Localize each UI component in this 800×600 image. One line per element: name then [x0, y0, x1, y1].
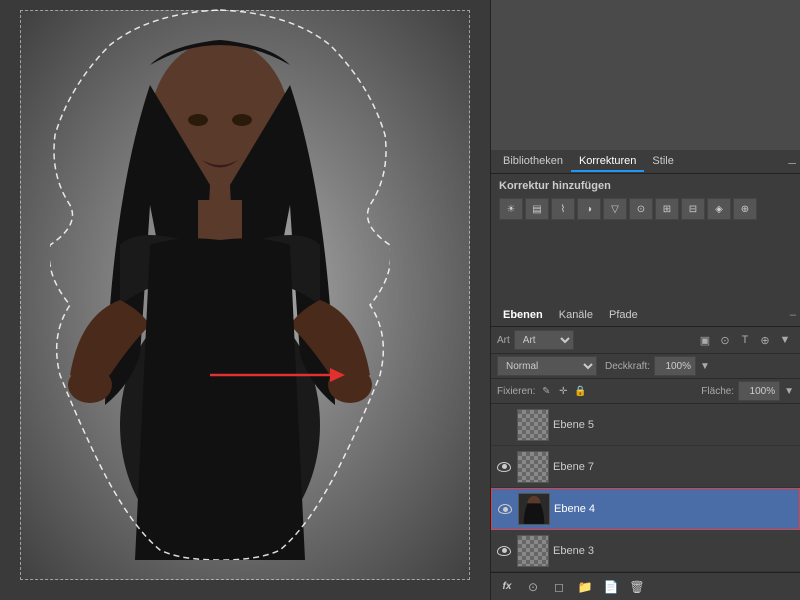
- tab-stile[interactable]: Stile: [644, 152, 681, 172]
- fix-label: Fixieren:: [497, 386, 535, 397]
- adjustments-title: Korrektur hinzufügen: [499, 180, 792, 192]
- bw-icon[interactable]: ◈: [707, 198, 731, 220]
- korrekturen-content: Korrektur hinzufügen ☀ ▤ ⌇ ◑ ▽ ⊙ ⊞ ⊟ ◈ ⊕: [491, 174, 800, 303]
- delete-layer-icon[interactable]: 🗑: [627, 577, 647, 597]
- eye-icon-ebene3: [497, 546, 511, 556]
- canvas-area: [0, 0, 490, 600]
- fix-pos-icon[interactable]: ✎: [539, 384, 553, 398]
- layers-bottom-toolbar: fx ⊙ ◻ 📁 📄 🗑: [491, 572, 800, 600]
- layer-item-ebene5[interactable]: Ebene 5: [491, 404, 800, 446]
- layer-name-ebene4: Ebene 4: [554, 503, 795, 515]
- layers-list: Ebene 5 Ebene 7: [491, 404, 800, 572]
- eye-icon-ebene4: [498, 504, 512, 514]
- fill-arrow-icon[interactable]: ▼: [784, 386, 794, 397]
- layers-toolbar-icons: ▣ ⊙ T ⊕ ▼: [696, 331, 794, 349]
- layers-panel: Ebenen Kanäle Pfade – Art Art ▣ ⊙ T ⊕ ▼: [491, 303, 800, 600]
- layers-tabs: Ebenen Kanäle Pfade –: [491, 303, 800, 327]
- layer-visibility-ebene5[interactable]: [495, 416, 513, 434]
- layer-thumb-ebene5: [517, 409, 549, 441]
- canvas-image: [50, 5, 390, 560]
- blend-opacity-row: Normal Multiplizieren Abblenden Aufhelle…: [491, 354, 800, 379]
- opacity-input[interactable]: [654, 356, 696, 376]
- fix-move-icon[interactable]: ✛: [556, 384, 570, 398]
- fix-icons: ✎ ✛ 🔒: [539, 384, 587, 398]
- colorbal-icon[interactable]: ⊟: [681, 198, 705, 220]
- layer-visibility-ebene4[interactable]: [496, 500, 514, 518]
- layers-panel-close-icon[interactable]: –: [790, 309, 796, 321]
- photofilter-icon[interactable]: ⊕: [733, 198, 757, 220]
- adjustments-icons-row: ☀ ▤ ⌇ ◑ ▽ ⊙ ⊞ ⊟ ◈ ⊕: [499, 198, 792, 220]
- layer-thumb-ebene7: [517, 451, 549, 483]
- fill-input[interactable]: [738, 381, 780, 401]
- group-icon[interactable]: 📁: [575, 577, 595, 597]
- layer-name-ebene7: Ebene 7: [553, 461, 796, 473]
- layer-item-ebene4[interactable]: Ebene 4: [491, 488, 800, 530]
- levels-icon[interactable]: ▤: [525, 198, 549, 220]
- fix-fill-row: Fixieren: ✎ ✛ 🔒 Fläche: ▼: [491, 379, 800, 404]
- layer-name-ebene3: Ebene 3: [553, 545, 796, 557]
- tab-korrekturen[interactable]: Korrekturen: [571, 152, 644, 172]
- brightness-icon[interactable]: ☀: [499, 198, 523, 220]
- layer-icon-1[interactable]: ▣: [696, 331, 714, 349]
- opacity-arrow-icon[interactable]: ▼: [700, 361, 710, 372]
- panel-close-icon[interactable]: –: [788, 154, 796, 170]
- exposure-icon[interactable]: ◑: [577, 198, 601, 220]
- new-layer-icon[interactable]: 📄: [601, 577, 621, 597]
- right-panel: Bibliotheken Korrekturen Stile – Korrekt…: [490, 0, 800, 600]
- tab-pfade[interactable]: Pfade: [601, 306, 646, 324]
- layer-visibility-ebene7[interactable]: [495, 458, 513, 476]
- layer-thumb-ebene4: [518, 493, 550, 525]
- top-gray-area: [491, 0, 800, 150]
- layer-item-ebene3[interactable]: Ebene 3: [491, 530, 800, 572]
- vibrance-icon[interactable]: ⊙: [629, 198, 653, 220]
- opacity-label: Deckkraft:: [605, 361, 650, 372]
- layer-icon-2[interactable]: ⊙: [716, 331, 734, 349]
- curves-icon[interactable]: ⌇: [551, 198, 575, 220]
- blend-mode-select[interactable]: Normal Multiplizieren Abblenden Aufhelle…: [497, 356, 597, 376]
- layer-icon-5[interactable]: ▼: [776, 331, 794, 349]
- eye-icon-ebene7: [497, 462, 511, 472]
- layer-name-ebene5: Ebene 5: [553, 419, 796, 431]
- layer-icon-3[interactable]: T: [736, 331, 754, 349]
- tab-kanaele[interactable]: Kanäle: [551, 306, 601, 324]
- filter-label: Art: [497, 335, 510, 346]
- fix-lock-icon[interactable]: 🔒: [573, 384, 587, 398]
- adjustment-layer-icon[interactable]: ⊙: [523, 577, 543, 597]
- korrekturen-tabs: Bibliotheken Korrekturen Stile –: [491, 150, 800, 174]
- mask-icon[interactable]: ◻: [549, 577, 569, 597]
- layer-icon-4[interactable]: ⊕: [756, 331, 774, 349]
- tab-bibliotheken[interactable]: Bibliotheken: [495, 152, 571, 172]
- layer-item-ebene7[interactable]: Ebene 7: [491, 446, 800, 488]
- tab-ebenen[interactable]: Ebenen: [495, 306, 551, 324]
- fill-label: Fläche:: [701, 386, 734, 397]
- layer-visibility-ebene3[interactable]: [495, 542, 513, 560]
- layers-type-toolbar: Art Art ▣ ⊙ T ⊕ ▼: [491, 327, 800, 354]
- hsl-icon[interactable]: ⊞: [655, 198, 679, 220]
- grad-map-icon[interactable]: ▽: [603, 198, 627, 220]
- layer-type-select[interactable]: Art: [514, 330, 574, 350]
- layer-thumb-ebene3: [517, 535, 549, 567]
- fx-icon[interactable]: fx: [497, 577, 517, 597]
